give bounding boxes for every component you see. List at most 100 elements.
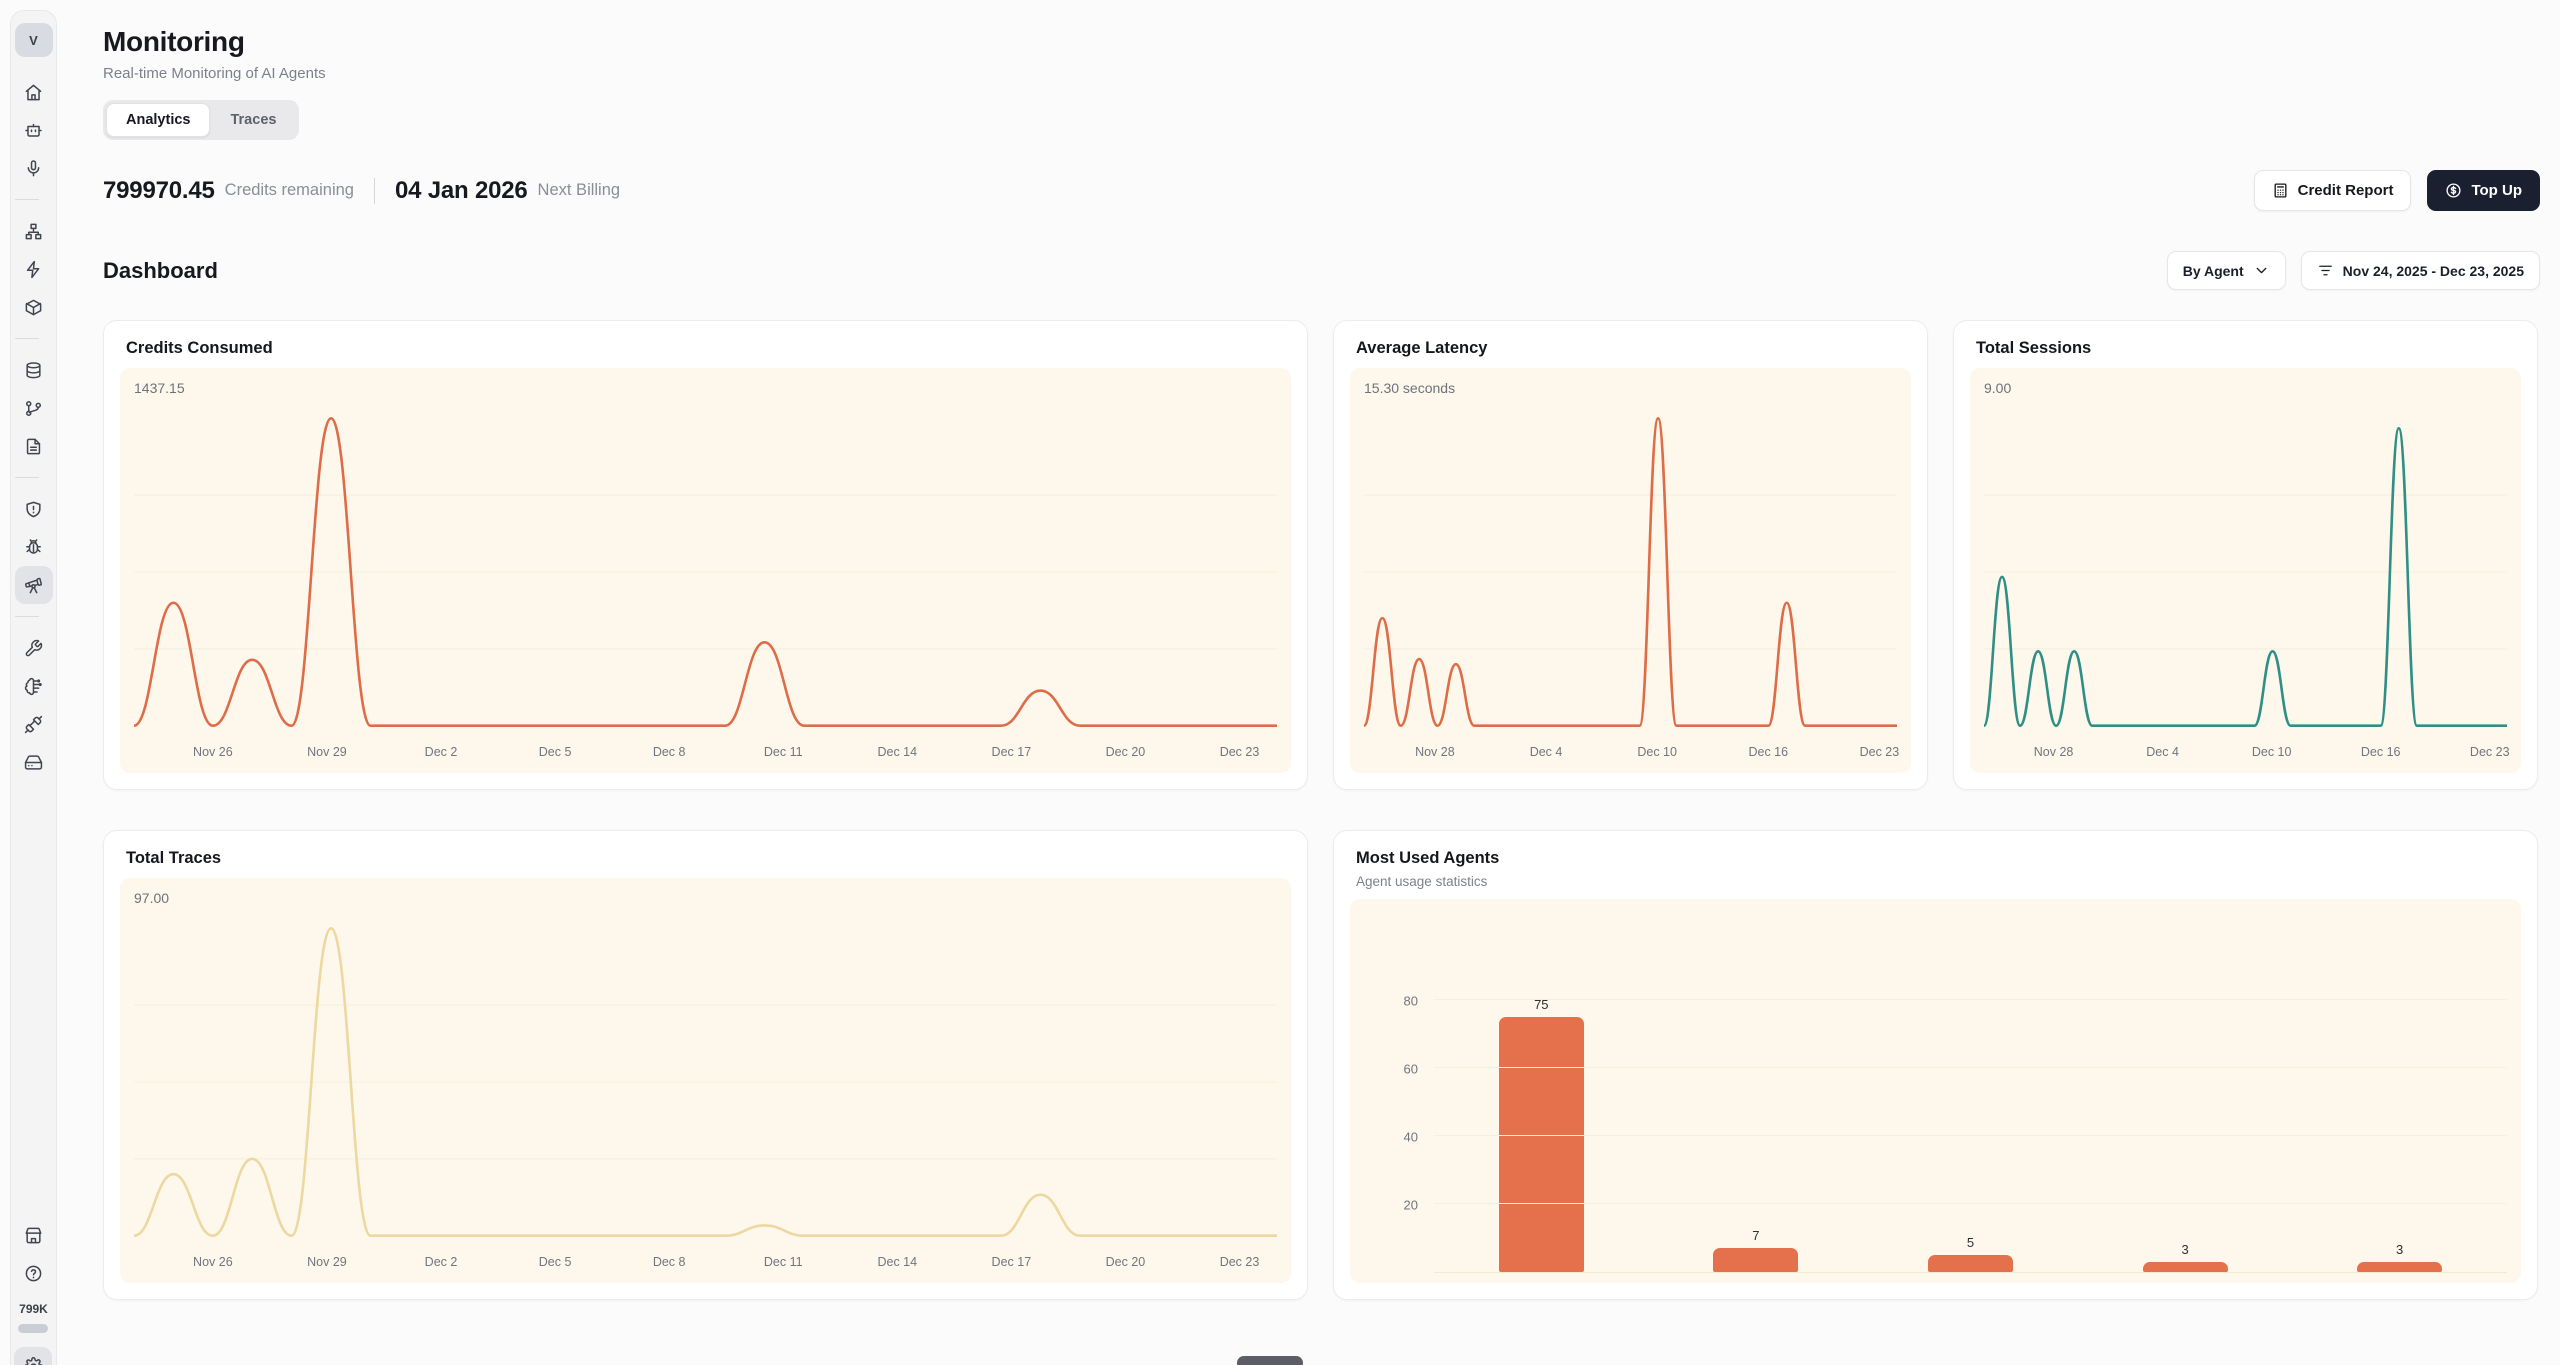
sidebar-divider bbox=[15, 477, 39, 478]
top-up-label: Top Up bbox=[2471, 182, 2522, 199]
agent-usage-bar bbox=[1713, 1248, 1798, 1272]
view-tabs: Analytics Traces bbox=[103, 100, 299, 140]
x-tick-label: Dec 2 bbox=[425, 1255, 458, 1269]
y-tick-label: 80 bbox=[1404, 994, 1418, 1009]
average-latency-card: Average Latency 15.30 seconds Nov 28Dec … bbox=[1333, 320, 1928, 790]
x-tick-label: Dec 11 bbox=[764, 745, 803, 759]
sidebar-bottom: 799K Lyzr.ai bbox=[14, 1216, 54, 1365]
x-tick-label: Nov 29 bbox=[307, 745, 347, 759]
average-latency-line-chart bbox=[1364, 398, 1897, 737]
y-tick-label: 60 bbox=[1404, 1062, 1418, 1077]
filter-icon bbox=[2317, 262, 2334, 279]
x-tick-label: Dec 2 bbox=[425, 745, 458, 759]
help-icon[interactable] bbox=[14, 1254, 52, 1292]
most-used-agents-card: Most Used Agents Agent usage statistics … bbox=[1333, 830, 2538, 1300]
billing-row: 799970.45 Credits remaining 04 Jan 2026 … bbox=[103, 170, 2540, 211]
x-tick-label: Dec 23 bbox=[1220, 745, 1260, 759]
sidebar-divider bbox=[15, 199, 39, 200]
x-axis: Nov 26Nov 29Dec 2Dec 5Dec 8Dec 11Dec 14D… bbox=[134, 739, 1277, 763]
total-traces-line-chart bbox=[134, 908, 1277, 1247]
x-tick-label: Dec 23 bbox=[1860, 745, 1900, 759]
x-tick-label: Dec 4 bbox=[2146, 745, 2179, 759]
agent-usage-bar bbox=[1499, 1017, 1584, 1272]
package-icon[interactable] bbox=[15, 288, 53, 326]
sidebar-nav bbox=[15, 73, 53, 781]
card-value: 97.00 bbox=[134, 890, 1277, 906]
bar-value-label: 7 bbox=[1752, 1228, 1759, 1243]
gridline bbox=[1434, 1135, 2507, 1136]
date-range-label: Nov 24, 2025 - Dec 23, 2025 bbox=[2343, 263, 2524, 279]
bar-slot: 3 bbox=[2078, 937, 2293, 1272]
tab-traces[interactable]: Traces bbox=[210, 103, 296, 137]
bar-slot: 5 bbox=[1863, 937, 2078, 1272]
x-tick-label: Dec 20 bbox=[1106, 745, 1146, 759]
credits-remaining-value: 799970.45 bbox=[103, 177, 215, 205]
most-used-agents-bar-chart: 20406080 757533 bbox=[1364, 911, 2507, 1273]
file-text-icon[interactable] bbox=[15, 427, 53, 465]
x-tick-label: Dec 10 bbox=[1637, 745, 1677, 759]
bar-value-label: 3 bbox=[2181, 1242, 2188, 1257]
top-up-button[interactable]: Top Up bbox=[2427, 170, 2540, 211]
workspace-avatar[interactable]: V bbox=[15, 23, 53, 57]
x-tick-label: Dec 17 bbox=[992, 1255, 1032, 1269]
database-icon[interactable] bbox=[15, 351, 53, 389]
credit-report-button[interactable]: Credit Report bbox=[2254, 170, 2412, 211]
store-icon[interactable] bbox=[14, 1216, 52, 1254]
card-title: Most Used Agents bbox=[1356, 849, 2515, 868]
hard-drive-icon[interactable] bbox=[15, 743, 53, 781]
card-value: 9.00 bbox=[1984, 380, 2507, 396]
x-tick-label: Nov 28 bbox=[2034, 745, 2074, 759]
x-axis: Nov 28Dec 4Dec 10Dec 16Dec 23 bbox=[1364, 739, 1897, 763]
brain-circuit-icon[interactable] bbox=[15, 667, 53, 705]
dashboard-cards: Credits Consumed 1437.15 Nov 26Nov 29Dec… bbox=[103, 320, 2540, 1300]
x-tick-label: Nov 28 bbox=[1415, 745, 1455, 759]
x-tick-label: Dec 8 bbox=[653, 745, 686, 759]
agent-usage-bar bbox=[1928, 1255, 2013, 1272]
shield-alert-icon[interactable] bbox=[15, 490, 53, 528]
settings-icon[interactable] bbox=[14, 1347, 52, 1365]
mic-icon[interactable] bbox=[15, 149, 53, 187]
page-subtitle: Real-time Monitoring of AI Agents bbox=[103, 65, 2540, 82]
x-axis: Nov 26Nov 29Dec 2Dec 5Dec 8Dec 11Dec 14D… bbox=[134, 1249, 1277, 1273]
git-branch-icon[interactable] bbox=[15, 389, 53, 427]
dashboard-header: Dashboard By Agent Nov 24, 2025 - Dec 23… bbox=[103, 251, 2540, 290]
agent-usage-bar bbox=[2143, 1262, 2228, 1272]
tab-analytics[interactable]: Analytics bbox=[106, 103, 210, 137]
y-axis: 20 40 60 80 bbox=[1364, 937, 1434, 1273]
gridline bbox=[1434, 1067, 2507, 1068]
bar-value-label: 3 bbox=[2396, 1242, 2403, 1257]
x-axis: Nov 28Dec 4Dec 10Dec 16Dec 23 bbox=[1984, 739, 2507, 763]
x-tick-label: Dec 4 bbox=[1530, 745, 1563, 759]
wrench-icon[interactable] bbox=[15, 629, 53, 667]
sidebar-divider bbox=[15, 616, 39, 617]
sidebar-bottom-icons bbox=[14, 1216, 52, 1292]
plug-icon[interactable] bbox=[15, 705, 53, 743]
credits-consumed-chart-panel: 1437.15 Nov 26Nov 29Dec 2Dec 5Dec 8Dec 1… bbox=[120, 368, 1291, 773]
x-tick-label: Dec 17 bbox=[992, 745, 1032, 759]
total-sessions-line-chart bbox=[1984, 398, 2507, 737]
x-tick-label: Nov 26 bbox=[193, 1255, 233, 1269]
by-agent-dropdown[interactable]: By Agent bbox=[2167, 251, 2286, 290]
calculator-icon bbox=[2272, 182, 2289, 199]
zap-icon[interactable] bbox=[15, 250, 53, 288]
sidebar-divider bbox=[15, 338, 39, 339]
dashboard-title: Dashboard bbox=[103, 258, 218, 284]
chevron-down-icon bbox=[2253, 262, 2270, 279]
x-tick-label: Dec 11 bbox=[764, 1255, 803, 1269]
by-agent-label: By Agent bbox=[2183, 263, 2244, 279]
x-tick-label: Dec 5 bbox=[539, 745, 572, 759]
total-sessions-card: Total Sessions 9.00 Nov 28Dec 4Dec 10Dec… bbox=[1953, 320, 2538, 790]
network-icon[interactable] bbox=[15, 212, 53, 250]
y-tick-label: 40 bbox=[1404, 1130, 1418, 1145]
horizontal-scrollbar-thumb[interactable] bbox=[1237, 1356, 1303, 1365]
credits-progress-bar bbox=[18, 1324, 48, 1333]
credits-consumed-line-chart bbox=[134, 398, 1277, 737]
home-icon[interactable] bbox=[15, 73, 53, 111]
card-title: Average Latency bbox=[1356, 339, 1905, 358]
bot-icon[interactable] bbox=[15, 111, 53, 149]
y-tick-label: 20 bbox=[1404, 1198, 1418, 1213]
bug-icon[interactable] bbox=[15, 528, 53, 566]
dollar-circle-icon bbox=[2445, 182, 2462, 199]
telescope-icon[interactable] bbox=[15, 566, 53, 604]
date-range-picker[interactable]: Nov 24, 2025 - Dec 23, 2025 bbox=[2301, 251, 2540, 290]
